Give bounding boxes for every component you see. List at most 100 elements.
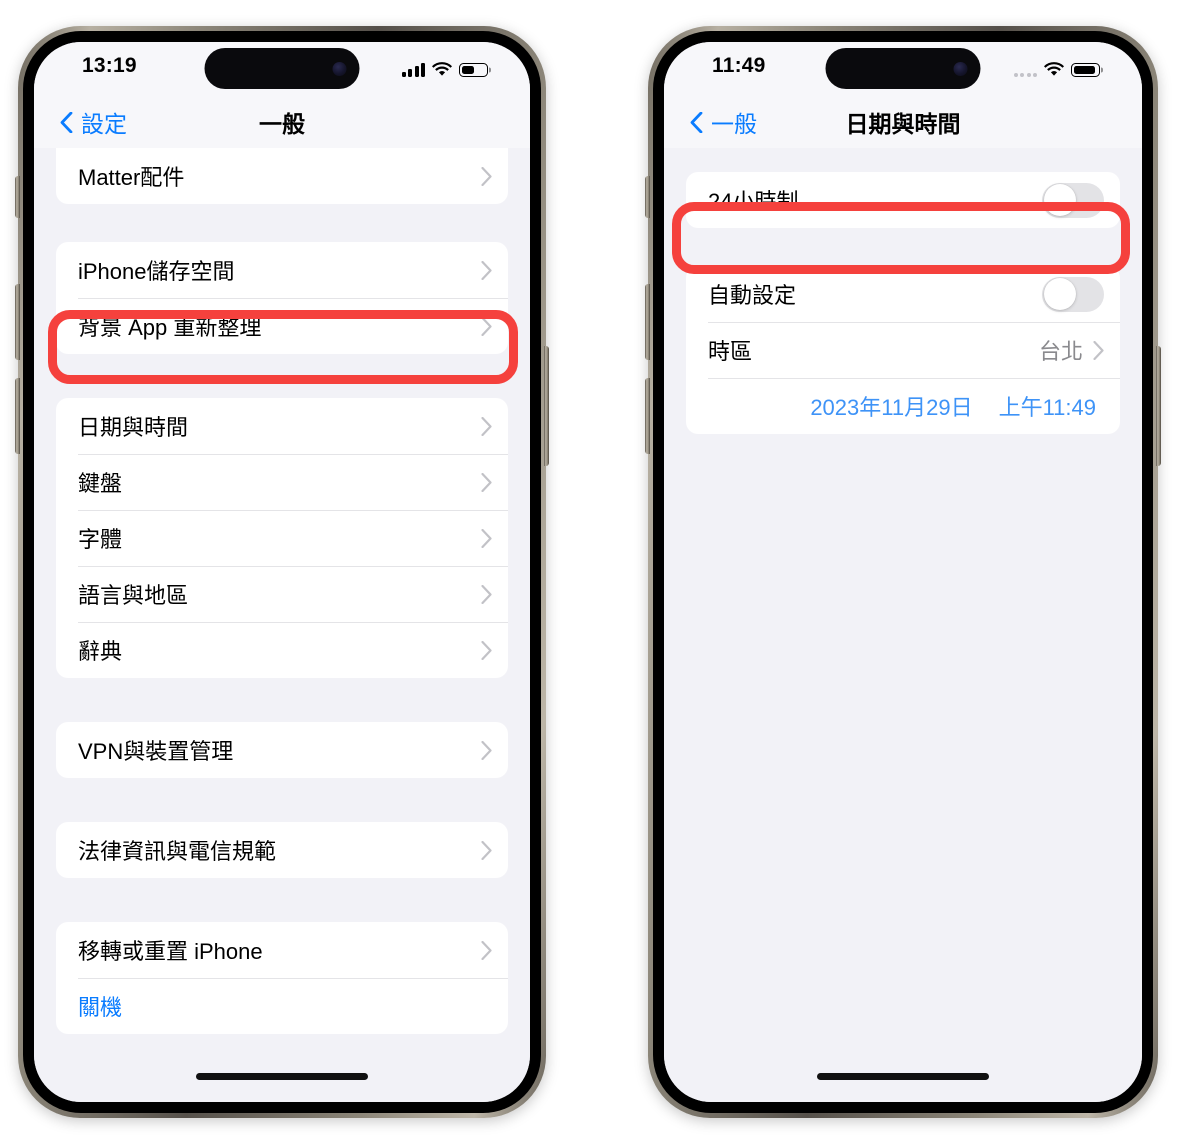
home-indicator[interactable]	[196, 1073, 368, 1080]
row-label: 背景 App 重新整理	[78, 315, 262, 340]
chevron-left-icon	[690, 111, 703, 133]
settings-group-legal: 法律資訊與電信規範	[56, 822, 508, 878]
row-language-and-region[interactable]: 語言與地區	[56, 566, 508, 622]
status-bar-time: 11:49	[712, 54, 766, 77]
row-shut-down[interactable]: 關機	[56, 978, 508, 1034]
row-24-hour-time[interactable]: 24小時制	[686, 172, 1120, 228]
settings-group-24hour: 24小時制	[686, 172, 1120, 228]
settings-list-left[interactable]: Matter配件 iPhone儲存空間 背景 App 重新整理 日期與時間 鍵盤…	[34, 148, 530, 1102]
chevron-right-icon	[481, 316, 492, 336]
row-label: 自動設定	[708, 283, 797, 308]
cellular-signal-icon	[401, 62, 425, 77]
front-camera-icon	[953, 61, 968, 76]
phone-device-left: 13:19 設定 一般 Matter配件 iPhone儲存空間 背景 App 重…	[15, 26, 549, 1118]
time-value[interactable]: 上午11:49	[999, 390, 1096, 422]
settings-group-matter: Matter配件	[56, 148, 508, 204]
row-label: VPN與裝置管理	[78, 739, 234, 764]
phone-bezel-right: 11:49 一般 日期與時間 24小時制 自動設定 時區 台北 2023年11月…	[653, 31, 1153, 1113]
row-set-automatically[interactable]: 自動設定	[686, 266, 1120, 322]
chevron-right-icon	[481, 416, 492, 436]
row-label: 字體	[78, 527, 123, 552]
status-bar-indicators	[401, 57, 488, 77]
volume-down-button-right[interactable]	[645, 378, 650, 454]
row-date-and-time[interactable]: 日期與時間	[56, 398, 508, 454]
toggle-24-hour-time[interactable]	[1042, 182, 1104, 218]
power-button-right[interactable]	[1156, 346, 1161, 466]
row-label: iPhone儲存空間	[78, 259, 235, 284]
chevron-right-icon	[481, 166, 492, 186]
nav-bar-right: 一般 日期與時間	[664, 96, 1142, 149]
status-bar-time: 13:19	[82, 54, 137, 77]
cellular-no-signal-icon	[1013, 62, 1037, 77]
row-dictionary[interactable]: 辭典	[56, 622, 508, 678]
row-label: 鍵盤	[78, 471, 123, 496]
row-label: 時區	[708, 339, 753, 364]
row-label: 移轉或重置 iPhone	[78, 939, 263, 964]
row-value-time-zone: 台北	[1038, 339, 1083, 364]
nav-bar-left: 設定 一般	[34, 96, 530, 149]
chevron-right-icon	[481, 640, 492, 660]
back-button-settings[interactable]: 設定	[60, 105, 127, 139]
status-bar-indicators	[1013, 57, 1100, 77]
back-button-label: 一般	[711, 111, 757, 137]
chevron-right-icon	[481, 940, 492, 960]
battery-icon	[1071, 63, 1100, 77]
wifi-icon	[432, 62, 452, 77]
status-bar-left: 13:19	[34, 42, 530, 96]
chevron-left-icon	[60, 111, 73, 133]
phone-screen-right: 11:49 一般 日期與時間 24小時制 自動設定 時區 台北 2023年11月…	[664, 42, 1142, 1102]
row-label: Matter配件	[78, 165, 185, 190]
chevron-right-icon	[481, 740, 492, 760]
volume-up-button-left[interactable]	[15, 284, 20, 360]
volume-up-button-right[interactable]	[645, 284, 650, 360]
volume-down-button-left[interactable]	[15, 378, 20, 454]
chevron-right-icon	[1093, 340, 1104, 360]
dynamic-island	[204, 48, 360, 89]
row-keyboard[interactable]: 鍵盤	[56, 454, 508, 510]
back-button-label: 設定	[81, 111, 127, 137]
date-value[interactable]: 2023年11月29日	[810, 390, 972, 422]
row-fonts[interactable]: 字體	[56, 510, 508, 566]
toggle-knob	[1043, 278, 1076, 310]
toggle-set-automatically[interactable]	[1042, 276, 1104, 312]
toggle-knob	[1043, 184, 1076, 216]
row-date-time-picker[interactable]: 2023年11月29日 上午11:49	[686, 378, 1120, 434]
row-label: 關機	[78, 995, 123, 1020]
row-iphone-storage[interactable]: iPhone儲存空間	[56, 242, 508, 298]
phone-device-right: 11:49 一般 日期與時間 24小時制 自動設定 時區 台北 2023年11月…	[645, 26, 1161, 1118]
chevron-right-icon	[481, 260, 492, 280]
chevron-right-icon	[481, 840, 492, 860]
home-indicator[interactable]	[817, 1073, 989, 1080]
chevron-right-icon	[481, 528, 492, 548]
dynamic-island	[825, 48, 981, 89]
phone-bezel-left: 13:19 設定 一般 Matter配件 iPhone儲存空間 背景 App 重…	[23, 31, 541, 1113]
row-legal-and-regulatory[interactable]: 法律資訊與電信規範	[56, 822, 508, 878]
action-button-left[interactable]	[15, 176, 20, 218]
row-label: 法律資訊與電信規範	[78, 839, 277, 864]
settings-group-datetime: 日期與時間 鍵盤 字體 語言與地區 辭典	[56, 398, 508, 678]
settings-list-right[interactable]: 24小時制 自動設定 時區 台北 2023年11月29日 上午11:49	[664, 148, 1142, 1102]
chevron-right-icon	[481, 472, 492, 492]
action-button-right[interactable]	[645, 176, 650, 218]
row-vpn-device-management[interactable]: VPN與裝置管理	[56, 722, 508, 778]
battery-icon	[459, 63, 488, 77]
front-camera-icon	[332, 61, 347, 76]
chevron-right-icon	[481, 584, 492, 604]
row-label: 日期與時間	[78, 415, 189, 440]
row-matter-accessories[interactable]: Matter配件	[56, 148, 508, 204]
wifi-icon	[1044, 62, 1064, 77]
row-label: 24小時制	[708, 189, 799, 214]
settings-group-storage: iPhone儲存空間 背景 App 重新整理	[56, 242, 508, 354]
row-label: 辭典	[78, 639, 123, 664]
back-button-general[interactable]: 一般	[690, 105, 757, 139]
row-background-app-refresh[interactable]: 背景 App 重新整理	[56, 298, 508, 354]
settings-group-vpn: VPN與裝置管理	[56, 722, 508, 778]
phone-screen-left: 13:19 設定 一般 Matter配件 iPhone儲存空間 背景 App 重…	[34, 42, 530, 1102]
row-label: 語言與地區	[78, 583, 189, 608]
row-transfer-or-reset-iphone[interactable]: 移轉或重置 iPhone	[56, 922, 508, 978]
settings-group-auto: 自動設定 時區 台北 2023年11月29日 上午11:49	[686, 266, 1120, 434]
status-bar-right: 11:49	[664, 42, 1142, 96]
row-time-zone[interactable]: 時區 台北	[686, 322, 1120, 378]
power-button-left[interactable]	[544, 346, 549, 466]
settings-group-reset: 移轉或重置 iPhone 關機	[56, 922, 508, 1034]
